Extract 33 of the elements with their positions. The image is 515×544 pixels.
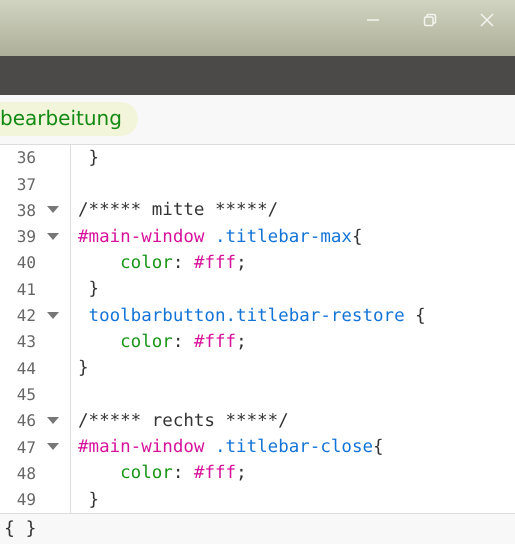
fold-arrow-icon[interactable] (47, 312, 59, 320)
line-number: 38 (16, 200, 36, 220)
fold-arrow-icon[interactable] (47, 416, 59, 425)
code-line: color: #fff; (119, 332, 247, 352)
code-line: /***** mitte *****/ (78, 200, 278, 220)
code-line: #main-window .titlebar-close{ (78, 437, 384, 458)
tab[interactable]: bearbeitung (0, 102, 138, 136)
fold-arrow-icon[interactable] (47, 443, 59, 452)
code-line: color: #fff; (119, 463, 247, 484)
line-number: 47 (16, 438, 36, 457)
code-line: } (88, 148, 100, 168)
code-line: /***** rechts *****/ (78, 410, 289, 431)
line-number: 49 (16, 490, 36, 510)
code-line: } (78, 358, 89, 378)
line-number: 46 (16, 411, 36, 430)
line-number: 42 (16, 306, 36, 326)
line-number: 48 (16, 464, 36, 483)
fold-arrow-icon[interactable] (47, 206, 59, 214)
code-line: toolbarbutton.titlebar-restore { (88, 306, 426, 326)
braces-label: { } (4, 518, 37, 540)
code-line: color: #fff; (119, 252, 247, 273)
line-number: 36 (16, 148, 36, 168)
line-number: 43 (16, 332, 36, 352)
fold-arrow-icon[interactable] (47, 232, 59, 241)
line-number: 39 (16, 227, 36, 246)
code-line: #main-window .titlebar-max{ (78, 226, 362, 247)
code-line: } (88, 279, 100, 300)
line-number: 44 (16, 358, 36, 378)
line-number: 40 (16, 253, 36, 272)
line-number: 45 (16, 384, 36, 404)
line-number: 41 (16, 280, 36, 299)
code-line: } (88, 490, 100, 510)
line-number: 37 (16, 174, 36, 194)
